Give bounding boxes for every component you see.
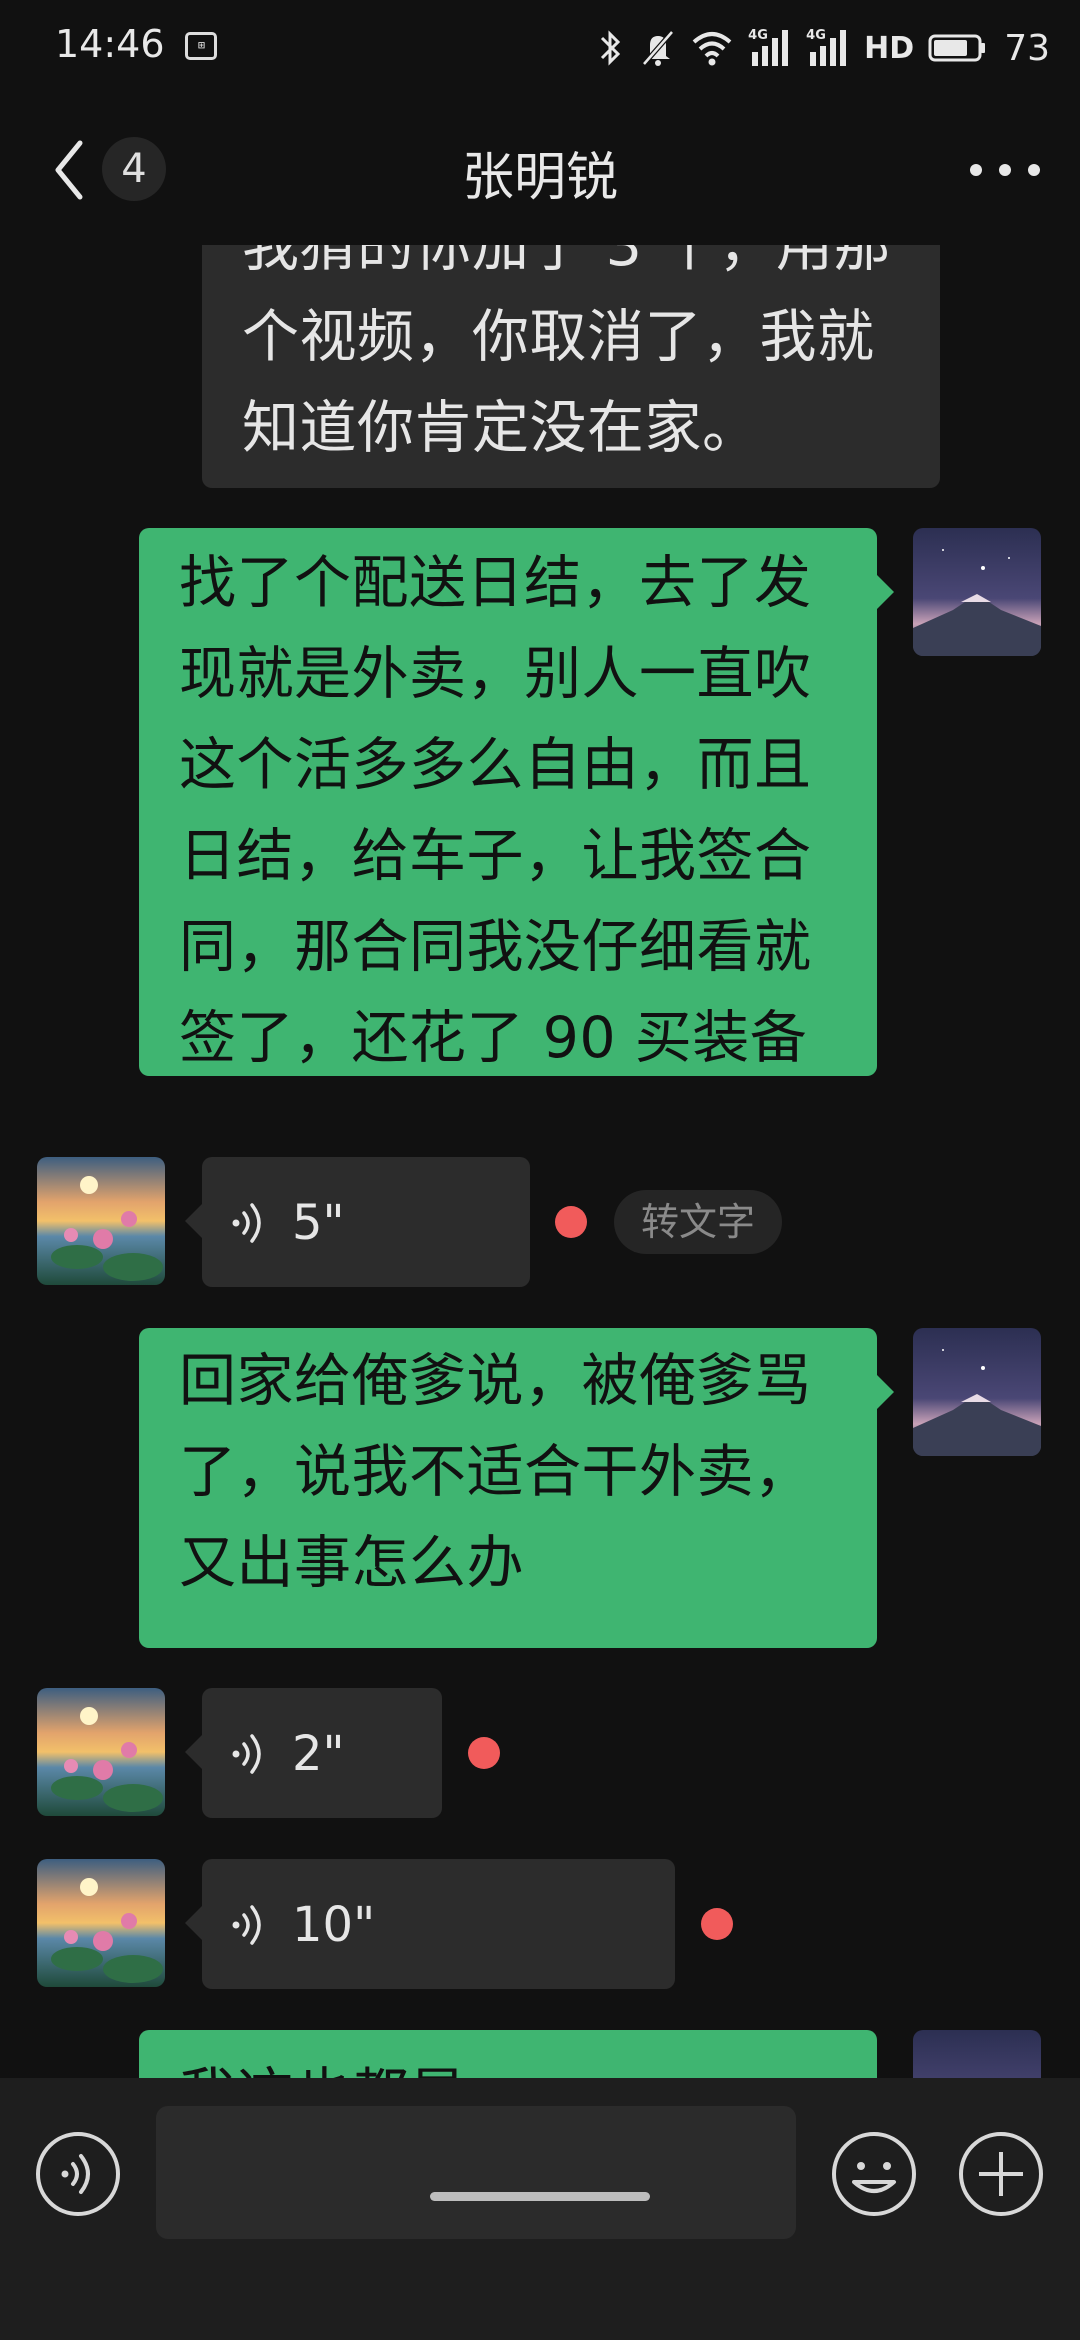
message-line: 知道你肯定没在家。 xyxy=(242,395,760,461)
bubble-tail xyxy=(877,1375,894,1409)
message-line: 我这也都是... xyxy=(179,2050,837,2078)
avatar-contact[interactable] xyxy=(37,1157,165,1285)
voice-message-bubble[interactable]: 10" xyxy=(202,1859,675,1989)
mute-icon xyxy=(642,30,675,66)
message-line: 我猜的你加了 3 个，用那 xyxy=(242,245,892,279)
message-bubble-outgoing[interactable]: 找了个配送日结，去了发 现就是外卖，别人一直吹 这个活多多么自由，而且 日结，给… xyxy=(139,528,877,1076)
message-line: 找了个配送日结，去了发 xyxy=(179,550,812,616)
voice-wave-icon xyxy=(232,1905,261,1945)
chat-title: 张明锐 xyxy=(461,148,618,208)
message-bubble-outgoing[interactable]: 回家给俺爹说，被俺爹骂 了，说我不适合干外卖， 又出事怎么办 xyxy=(139,1328,877,1648)
message-line: 个视频，你取消了，我就 xyxy=(242,304,875,370)
input-bar xyxy=(0,2078,1080,2340)
status-time: 14:46 xyxy=(55,22,165,66)
message-line: 回家给俺爹说，被俺爹骂 xyxy=(179,1348,812,1414)
avatar-contact[interactable] xyxy=(37,1859,165,1987)
bubble-tail xyxy=(185,1204,202,1238)
avatar-self[interactable] xyxy=(913,1328,1041,1456)
unread-dot xyxy=(701,1908,733,1940)
message-bubble-incoming[interactable]: 我猜的你加了 3 个，用那 个视频，你取消了，我就 知道你肯定没在家。 xyxy=(202,245,940,488)
unread-dot xyxy=(555,1206,587,1238)
message-line: 同，那合同我没仔细看就 xyxy=(179,914,812,980)
chat-header: 4 张明锐 xyxy=(0,95,1080,245)
bubble-tail xyxy=(185,1906,202,1940)
message-line: 日结，给车子，让我签合 xyxy=(179,823,812,889)
message-input[interactable] xyxy=(156,2106,796,2239)
emoji-icon[interactable] xyxy=(830,2130,918,2218)
message-line: 现就是外卖，别人一直吹 xyxy=(179,641,812,707)
wifi-icon xyxy=(692,32,732,66)
message-line: 了，说我不适合干外卖， xyxy=(179,1439,812,1505)
unread-count-badge[interactable]: 4 xyxy=(102,137,166,201)
plus-icon[interactable] xyxy=(957,2130,1045,2218)
battery-icon xyxy=(928,34,986,62)
voice-duration: 5" xyxy=(292,1195,345,1251)
signal-icon: 4G xyxy=(748,28,792,68)
message-line: 又出事怎么办 xyxy=(179,1530,524,1596)
voice-duration: 2" xyxy=(292,1726,345,1782)
status-icons: 4G 4G HD 73 xyxy=(596,20,1050,76)
avatar-contact[interactable] xyxy=(37,1688,165,1816)
voice-message-bubble[interactable]: 5" xyxy=(202,1157,530,1287)
app-notification-icon: ⊞ xyxy=(185,32,217,60)
voice-toggle-icon[interactable] xyxy=(35,2131,121,2217)
avatar-self[interactable] xyxy=(913,528,1041,656)
convert-to-text-button[interactable]: 转文字 xyxy=(614,1190,782,1254)
message-list[interactable]: 我猜的你加了 3 个，用那 个视频，你取消了，我就 知道你肯定没在家。 找了个配… xyxy=(0,245,1080,2078)
voice-wave-icon xyxy=(232,1734,261,1774)
avatar-self[interactable] xyxy=(913,2030,1041,2078)
voice-wave-icon xyxy=(232,1203,261,1243)
status-bar: 14:46 ⊞ 4G 4G HD 73 xyxy=(0,0,1080,95)
message-bubble-outgoing[interactable]: 我这也都是... xyxy=(139,2030,877,2078)
more-dots-icon[interactable] xyxy=(970,155,1040,185)
signal-icon: 4G xyxy=(806,28,850,68)
bluetooth-icon xyxy=(601,30,621,66)
message-line: 这个活多多么自由，而且 xyxy=(179,732,812,798)
back-chevron-icon[interactable] xyxy=(50,135,90,205)
voice-message-bubble[interactable]: 2" xyxy=(202,1688,442,1818)
unread-dot xyxy=(468,1737,500,1769)
voice-duration: 10" xyxy=(292,1897,376,1953)
bubble-tail xyxy=(877,575,894,609)
hd-icon: HD xyxy=(864,30,915,66)
home-indicator[interactable] xyxy=(430,2192,650,2201)
battery-percent: 73 xyxy=(1004,27,1050,69)
bubble-tail xyxy=(185,1735,202,1769)
message-line: 签了，还花了 90 买装备 xyxy=(179,1005,808,1071)
